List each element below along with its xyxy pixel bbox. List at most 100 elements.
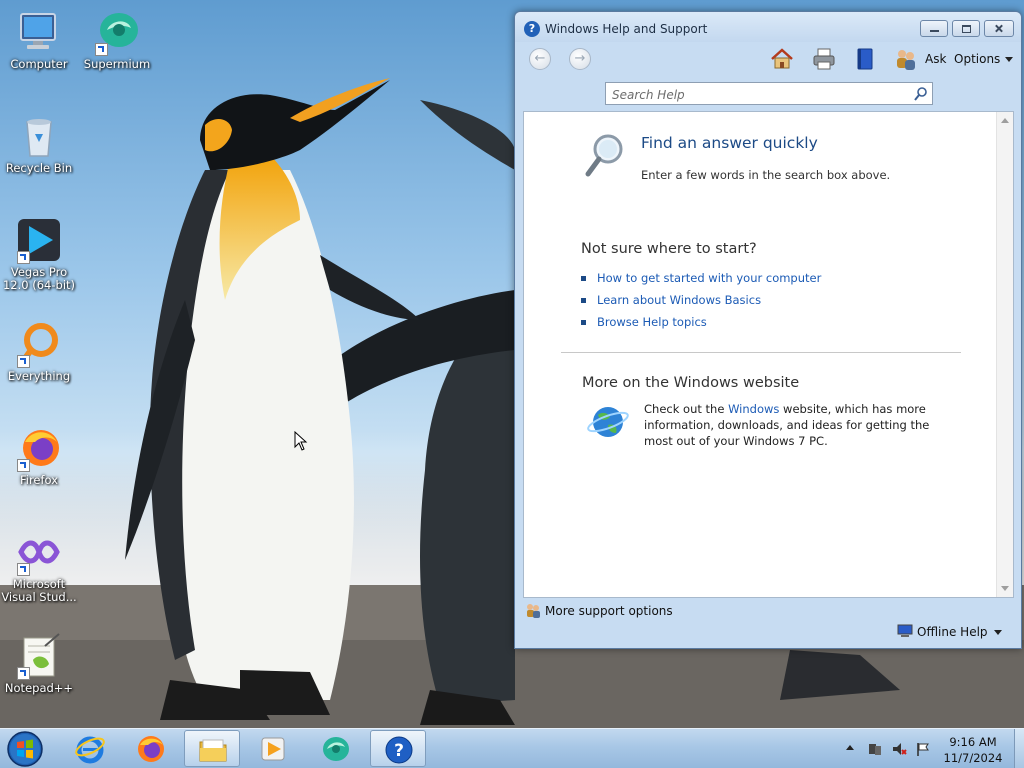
desktop-icon-label: Microsoft Visual Stud... [1, 577, 77, 604]
volume-muted-icon[interactable] [891, 741, 907, 757]
ask-button[interactable]: Ask [925, 52, 946, 66]
vegas-pro-icon [15, 216, 63, 264]
desktop-icon-supermium[interactable]: Supermium [79, 8, 155, 71]
taskbar-supermium[interactable] [308, 730, 364, 767]
more-text-before: Check out the [644, 402, 729, 416]
offline-help-button[interactable]: Offline Help [897, 624, 1002, 639]
desktop-icon-label: Notepad++ [4, 681, 74, 695]
search-icon[interactable] [913, 86, 929, 102]
shortcut-arrow-icon [95, 43, 108, 56]
chevron-down-icon [1005, 57, 1014, 62]
desktop-icon-computer[interactable]: Computer [1, 8, 77, 71]
taskbar-help-and-support[interactable]: ? [370, 730, 426, 767]
desktop-icon-label: Computer [10, 57, 68, 71]
help-content-pane: Find an answer quickly Enter a few words… [523, 111, 1014, 598]
help-icon: ? [524, 21, 540, 37]
options-menu-button[interactable]: Options [954, 52, 1014, 66]
media-player-icon [261, 737, 285, 761]
desktop-icon-recycle-bin[interactable]: Recycle Bin [1, 112, 77, 175]
shortcut-arrow-icon [17, 459, 30, 472]
desktop-icon-vegas-pro[interactable]: Vegas Pro 12.0 (64-bit) [1, 216, 77, 292]
scroll-down-arrow-icon[interactable] [1001, 586, 1009, 591]
close-button[interactable] [984, 20, 1014, 37]
desktop-icon-label: Supermium [83, 57, 151, 71]
desktop-icon-notepad-plus-plus[interactable]: Notepad++ [1, 632, 77, 695]
desktop-icon-label: Everything [7, 369, 71, 383]
search-help-input[interactable] [610, 85, 904, 104]
print-icon[interactable] [811, 46, 837, 72]
help-and-support-window: ? Windows Help and Support ← → Ask Optio… [514, 11, 1022, 649]
forward-button[interactable]: → [569, 48, 591, 70]
chevron-down-icon [993, 630, 1002, 635]
bullet-icon [581, 276, 586, 281]
taskbar-file-explorer[interactable] [184, 730, 240, 767]
magnifier-icon [585, 134, 623, 177]
find-answer-text: Enter a few words in the search box abov… [641, 168, 891, 182]
show-desktop-button[interactable] [1014, 729, 1024, 768]
home-icon[interactable] [769, 46, 795, 72]
windows-website-link[interactable]: Windows [728, 402, 779, 416]
everything-icon [15, 320, 63, 368]
supermium-icon [323, 737, 349, 761]
back-button[interactable]: ← [529, 48, 551, 70]
globe-icon [587, 407, 629, 437]
bullet-icon [581, 320, 586, 325]
more-on-website-text: Check out the Windows website, which has… [644, 401, 954, 449]
desktop-icon-firefox[interactable]: Firefox [1, 424, 77, 487]
shortcut-arrow-icon [17, 251, 30, 264]
scroll-up-arrow-icon[interactable] [1001, 118, 1009, 123]
minimize-button[interactable] [920, 20, 948, 37]
more-support-options-button[interactable]: More support options [525, 602, 673, 618]
find-answer-heading: Find an answer quickly [641, 134, 818, 152]
firefox-icon [138, 736, 164, 762]
desktop-icon-everything[interactable]: Everything [1, 320, 77, 383]
clock-time: 9:16 AM [949, 735, 997, 749]
help-icon: ? [385, 736, 413, 764]
desktop-icon-label: Recycle Bin [5, 161, 73, 175]
recycle-bin-icon [15, 112, 63, 160]
bullet-icon [581, 298, 586, 303]
window-title: Windows Help and Support [545, 22, 708, 36]
maximize-button[interactable] [952, 20, 980, 37]
ask-people-icon[interactable] [893, 46, 919, 72]
taskbar-media-player[interactable] [245, 730, 301, 767]
show-hidden-icons-arrow[interactable] [846, 745, 854, 750]
support-people-icon [527, 604, 540, 618]
shortcut-arrow-icon [17, 355, 30, 368]
shortcut-arrow-icon [17, 667, 30, 680]
svg-text:?: ? [394, 741, 404, 761]
offline-label: Offline Help [917, 625, 988, 639]
mouse-cursor-icon [294, 431, 308, 451]
internet-explorer-icon [75, 736, 105, 764]
desktop-icon-label: Vegas Pro 12.0 (64-bit) [2, 265, 76, 292]
link-get-started[interactable]: How to get started with your computer [597, 271, 821, 285]
options-label: Options [954, 52, 1001, 66]
visual-studio-icon [15, 528, 63, 576]
taskbar-internet-explorer[interactable] [62, 730, 118, 767]
action-center-flag-icon[interactable] [867, 741, 883, 757]
section-divider [561, 352, 961, 353]
start-button[interactable] [6, 730, 44, 768]
firefox-icon [15, 424, 63, 472]
clock-date: 11/7/2024 [943, 751, 1003, 765]
taskbar: ? 9:16 AM 11/7/2024 [0, 728, 1024, 768]
computer-icon [15, 8, 63, 56]
desktop-icon-visual-studio[interactable]: Microsoft Visual Stud... [1, 528, 77, 604]
offline-computer-icon [897, 624, 913, 637]
window-titlebar[interactable]: ? Windows Help and Support [515, 12, 1021, 42]
browse-help-book-icon[interactable] [852, 46, 878, 72]
more-on-website-heading: More on the Windows website [582, 375, 800, 391]
supermium-icon [93, 8, 141, 56]
network-flag-icon[interactable] [915, 741, 931, 757]
link-browse-help-topics[interactable]: Browse Help topics [597, 315, 707, 329]
vertical-scrollbar[interactable] [996, 112, 1013, 597]
notepad-plus-plus-icon [15, 632, 63, 680]
system-clock[interactable]: 9:16 AM 11/7/2024 [938, 734, 1008, 766]
not-sure-heading: Not sure where to start? [581, 241, 757, 257]
folder-icon [199, 739, 227, 762]
shortcut-arrow-icon [17, 563, 30, 576]
taskbar-firefox[interactable] [123, 730, 179, 767]
desktop-icon-label: Firefox [19, 473, 59, 487]
search-box [605, 82, 933, 105]
link-windows-basics[interactable]: Learn about Windows Basics [597, 293, 761, 307]
